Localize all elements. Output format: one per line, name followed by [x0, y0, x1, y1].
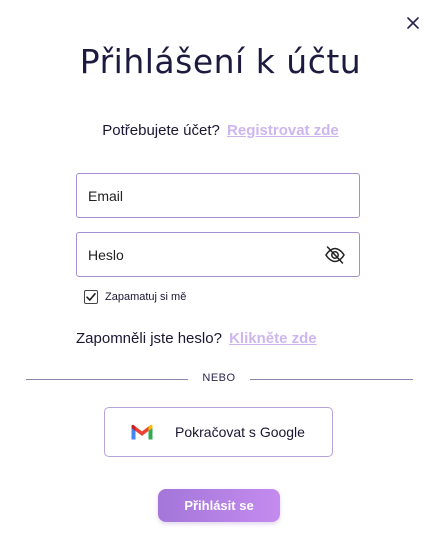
login-button[interactable]: Přihlásit se: [158, 489, 280, 522]
forgot-link[interactable]: Klikněte zde: [229, 330, 317, 347]
signup-text: Potřebujete účet?: [102, 122, 220, 139]
divider-label: NEBO: [202, 372, 236, 384]
eye-slash-icon[interactable]: [324, 245, 346, 265]
google-login-button[interactable]: Pokračovat s Google: [104, 407, 333, 457]
email-input[interactable]: [77, 187, 308, 204]
password-field[interactable]: [76, 232, 360, 277]
forgot-password: Zapomněli jste heslo? Klikněte zde: [76, 330, 317, 347]
remember-label: Zapamatuj si mě: [105, 291, 187, 303]
check-icon: [86, 293, 96, 301]
remember-me[interactable]: Zapamatuj si mě: [84, 290, 186, 304]
gmail-icon: [131, 424, 153, 440]
remember-checkbox[interactable]: [84, 290, 98, 304]
divider-left: [26, 379, 188, 380]
close-icon[interactable]: [404, 14, 422, 32]
page-title: Přihlášení k účtu: [79, 42, 362, 81]
signup-prompt: Potřebujete účet? Registrovat zde: [0, 122, 441, 139]
forgot-text: Zapomněli jste heslo?: [76, 330, 222, 347]
google-login-label: Pokračovat s Google: [175, 424, 305, 440]
register-link[interactable]: Registrovat zde: [227, 122, 339, 139]
password-input[interactable]: [77, 246, 308, 263]
divider-right: [250, 379, 413, 380]
email-field[interactable]: [76, 173, 360, 218]
